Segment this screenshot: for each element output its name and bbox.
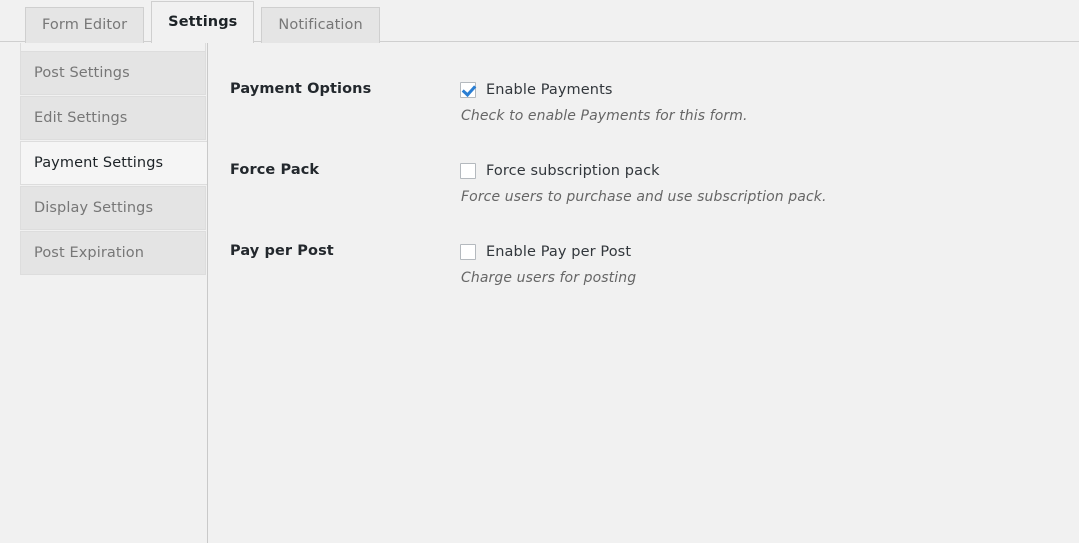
sidebar-top-stub: [20, 43, 206, 51]
enable-payments-row[interactable]: Enable Payments: [460, 81, 1060, 99]
settings-body: Post Settings Edit Settings Payment Sett…: [0, 43, 1079, 543]
enable-pay-per-post-checkbox[interactable]: [460, 244, 476, 260]
sidebar-list: Post Settings Edit Settings Payment Sett…: [20, 51, 207, 276]
sidebar-item-label: Post Settings: [34, 65, 130, 81]
tab-notification[interactable]: Notification: [261, 7, 380, 43]
tab-form-editor-label: Form Editor: [42, 17, 128, 34]
tab-bar: Form Editor Settings Notification: [0, 0, 1079, 43]
setting-label-pay-per-post: Pay per Post: [230, 243, 334, 259]
setting-field-payment-options: Enable Payments Check to enable Payments…: [460, 81, 1060, 124]
setting-field-pay-per-post: Enable Pay per Post Charge users for pos…: [460, 243, 1060, 286]
sidebar-item-label: Edit Settings: [34, 110, 128, 126]
sidebar-item-label: Post Expiration: [34, 245, 145, 261]
sidebar-item-post-settings[interactable]: Post Settings: [20, 51, 206, 95]
tab-notification-label: Notification: [278, 17, 363, 34]
payment-settings-panel: Payment Options Enable Payments Check to…: [208, 43, 1079, 543]
enable-payments-label[interactable]: Enable Payments: [486, 82, 613, 98]
sidebar-item-label: Payment Settings: [34, 155, 164, 171]
enable-pay-per-post-row[interactable]: Enable Pay per Post: [460, 243, 1060, 261]
setting-label-payment-options: Payment Options: [230, 81, 372, 97]
enable-pay-per-post-label[interactable]: Enable Pay per Post: [486, 244, 631, 260]
force-subscription-pack-label[interactable]: Force subscription pack: [486, 163, 660, 179]
force-subscription-pack-description: Force users to purchase and use subscrip…: [461, 189, 827, 205]
setting-label-force-pack: Force Pack: [230, 162, 320, 178]
tab-settings[interactable]: Settings: [151, 1, 255, 43]
tab-settings-label: Settings: [168, 14, 238, 31]
tab-form-editor[interactable]: Form Editor: [25, 7, 145, 43]
enable-payments-description: Check to enable Payments for this form.: [461, 108, 748, 124]
sidebar-item-edit-settings[interactable]: Edit Settings: [20, 96, 206, 140]
force-subscription-pack-row[interactable]: Force subscription pack: [460, 162, 1060, 180]
sidebar-item-display-settings[interactable]: Display Settings: [20, 186, 206, 230]
sidebar-item-post-expiration[interactable]: Post Expiration: [20, 231, 206, 275]
enable-payments-checkbox[interactable]: [460, 82, 476, 98]
enable-pay-per-post-description: Charge users for posting: [461, 270, 637, 286]
sidebar-item-payment-settings[interactable]: Payment Settings: [20, 141, 207, 185]
sidebar-item-label: Display Settings: [34, 200, 154, 216]
force-subscription-pack-checkbox[interactable]: [460, 163, 476, 179]
settings-page: Form Editor Settings Notification Post S…: [0, 0, 1079, 543]
tab-list: Form Editor Settings Notification: [25, 0, 387, 43]
setting-field-force-pack: Force subscription pack Force users to p…: [460, 162, 1060, 205]
